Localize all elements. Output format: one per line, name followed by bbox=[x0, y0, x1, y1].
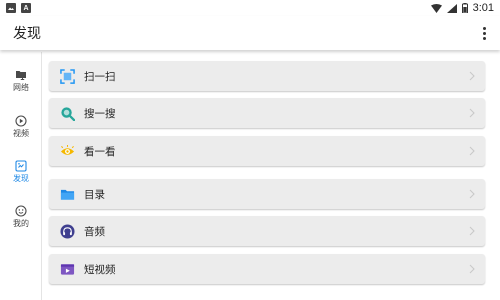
nav-item-discover[interactable]: 发现 bbox=[0, 151, 42, 191]
chevron-right-icon bbox=[469, 71, 475, 81]
page-title: 发现 bbox=[13, 26, 41, 42]
nav-item-video[interactable]: 视频 bbox=[0, 106, 42, 146]
headphones-icon bbox=[59, 223, 75, 239]
chevron-right-icon bbox=[469, 108, 475, 118]
folder-network-icon bbox=[16, 70, 26, 80]
play-circle-icon bbox=[15, 114, 27, 127]
nav-label-discover: 发现 bbox=[13, 173, 29, 183]
chevron-right-icon bbox=[469, 226, 475, 236]
chevron-right-icon bbox=[469, 146, 475, 156]
scan-icon bbox=[59, 68, 75, 84]
nav-item-mine[interactable]: 我的 bbox=[0, 196, 42, 236]
battery-icon bbox=[461, 3, 468, 13]
wifi-icon bbox=[430, 3, 442, 13]
list-item-label: 看一看 bbox=[84, 145, 116, 158]
eye-icon bbox=[60, 144, 74, 155]
video-icon bbox=[60, 263, 74, 275]
chevron-right-icon bbox=[469, 189, 475, 199]
list-item-label: 扫一扫 bbox=[84, 70, 116, 83]
status-bar: A 3:01 bbox=[0, 0, 500, 16]
nav-label-network: 网络 bbox=[13, 82, 29, 92]
discover-list: 扫一扫 搜一搜 看一看 目录 音频 短视频 bbox=[42, 52, 500, 300]
signal-icon bbox=[446, 3, 457, 13]
side-navigation: 网络 视频 发现 我的 bbox=[0, 52, 42, 300]
list-item-short-video[interactable]: 短视频 bbox=[49, 254, 485, 284]
chevron-right-icon bbox=[469, 264, 475, 274]
list-item-search[interactable]: 搜一搜 bbox=[49, 98, 485, 128]
list-item-scan[interactable]: 扫一扫 bbox=[49, 61, 485, 91]
discover-icon bbox=[15, 159, 27, 172]
folder-icon bbox=[60, 189, 74, 200]
list-item-directory[interactable]: 目录 bbox=[49, 179, 485, 209]
list-item-look[interactable]: 看一看 bbox=[49, 136, 485, 166]
face-icon bbox=[15, 204, 27, 217]
more-options-button[interactable] bbox=[478, 23, 490, 43]
more-vert-icon bbox=[482, 26, 486, 30]
status-time: 3:01 bbox=[472, 2, 494, 14]
app-notification-icon: A bbox=[21, 3, 31, 13]
list-item-label: 目录 bbox=[84, 188, 105, 201]
list-item-label: 短视频 bbox=[84, 263, 116, 276]
search-icon bbox=[60, 106, 75, 121]
list-item-label: 音频 bbox=[84, 225, 105, 238]
nav-label-video: 视频 bbox=[13, 128, 29, 138]
gallery-notification-icon bbox=[6, 3, 16, 13]
app-bar: 发现 bbox=[0, 16, 500, 50]
list-item-audio[interactable]: 音频 bbox=[49, 216, 485, 246]
nav-item-network[interactable]: 网络 bbox=[0, 60, 42, 100]
nav-label-mine: 我的 bbox=[13, 218, 29, 228]
list-item-label: 搜一搜 bbox=[84, 107, 116, 120]
